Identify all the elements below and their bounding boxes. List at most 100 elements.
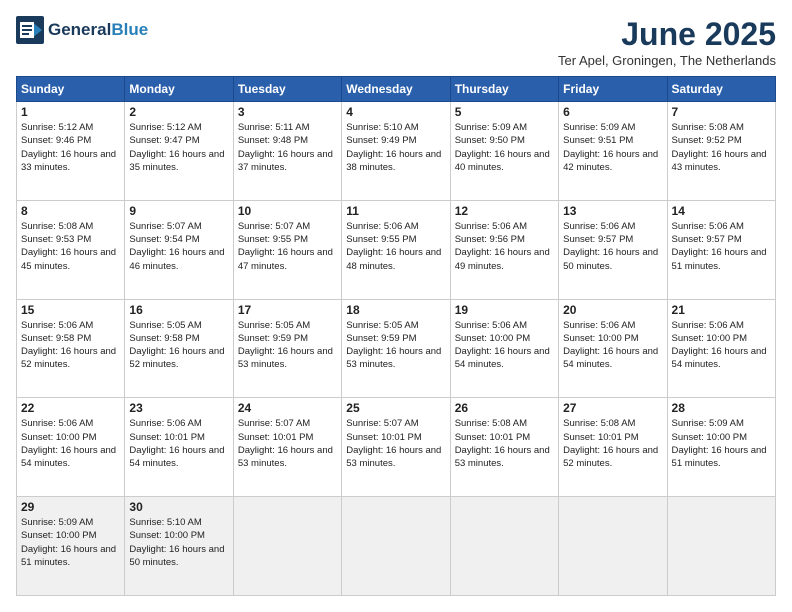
sunrise-label: Sunrise: 5:06 AM [21, 418, 93, 429]
day-info: Sunrise: 5:06 AM Sunset: 9:57 PM Dayligh… [563, 220, 662, 273]
sunset-label: Sunset: 10:01 PM [129, 432, 205, 443]
calendar-week-row: 8 Sunrise: 5:08 AM Sunset: 9:53 PM Dayli… [17, 200, 776, 299]
day-info: Sunrise: 5:05 AM Sunset: 9:59 PM Dayligh… [238, 319, 337, 372]
day-info: Sunrise: 5:12 AM Sunset: 9:46 PM Dayligh… [21, 121, 120, 174]
sunset-label: Sunset: 10:00 PM [129, 530, 205, 541]
table-row: 17 Sunrise: 5:05 AM Sunset: 9:59 PM Dayl… [233, 299, 341, 398]
table-row: 25 Sunrise: 5:07 AM Sunset: 10:01 PM Day… [342, 398, 450, 497]
sunset-label: Sunset: 9:51 PM [563, 135, 633, 146]
day-info: Sunrise: 5:07 AM Sunset: 9:55 PM Dayligh… [238, 220, 337, 273]
sunset-label: Sunset: 9:56 PM [455, 234, 525, 245]
day-number: 9 [129, 204, 228, 218]
day-number: 7 [672, 105, 771, 119]
table-row: 16 Sunrise: 5:05 AM Sunset: 9:58 PM Dayl… [125, 299, 233, 398]
table-row: 15 Sunrise: 5:06 AM Sunset: 9:58 PM Dayl… [17, 299, 125, 398]
sunrise-label: Sunrise: 5:08 AM [455, 418, 527, 429]
sunset-label: Sunset: 9:59 PM [346, 333, 416, 344]
day-number: 22 [21, 401, 120, 415]
calendar-week-row: 29 Sunrise: 5:09 AM Sunset: 10:00 PM Day… [17, 497, 776, 596]
col-tuesday: Tuesday [233, 77, 341, 102]
table-row: 18 Sunrise: 5:05 AM Sunset: 9:59 PM Dayl… [342, 299, 450, 398]
daylight-label: Daylight: 16 hours and 48 minutes. [346, 247, 441, 271]
table-row: 23 Sunrise: 5:06 AM Sunset: 10:01 PM Day… [125, 398, 233, 497]
table-row: 4 Sunrise: 5:10 AM Sunset: 9:49 PM Dayli… [342, 102, 450, 201]
logo-text: GeneralBlue [48, 21, 148, 40]
sunset-label: Sunset: 9:58 PM [21, 333, 91, 344]
sunrise-label: Sunrise: 5:07 AM [129, 221, 201, 232]
table-row: 12 Sunrise: 5:06 AM Sunset: 9:56 PM Dayl… [450, 200, 558, 299]
daylight-label: Daylight: 16 hours and 50 minutes. [129, 544, 224, 568]
daylight-label: Daylight: 16 hours and 47 minutes. [238, 247, 333, 271]
day-info: Sunrise: 5:06 AM Sunset: 10:01 PM Daylig… [129, 417, 228, 470]
day-info: Sunrise: 5:09 AM Sunset: 9:51 PM Dayligh… [563, 121, 662, 174]
day-info: Sunrise: 5:12 AM Sunset: 9:47 PM Dayligh… [129, 121, 228, 174]
sunset-label: Sunset: 10:01 PM [455, 432, 531, 443]
daylight-label: Daylight: 16 hours and 51 minutes. [672, 247, 767, 271]
daylight-label: Daylight: 16 hours and 35 minutes. [129, 149, 224, 173]
table-row: 10 Sunrise: 5:07 AM Sunset: 9:55 PM Dayl… [233, 200, 341, 299]
page: GeneralBlue June 2025 Ter Apel, Groninge… [0, 0, 792, 612]
calendar-header-row: Sunday Monday Tuesday Wednesday Thursday… [17, 77, 776, 102]
day-number: 18 [346, 303, 445, 317]
day-number: 25 [346, 401, 445, 415]
header: GeneralBlue June 2025 Ter Apel, Groninge… [16, 16, 776, 68]
day-info: Sunrise: 5:09 AM Sunset: 9:50 PM Dayligh… [455, 121, 554, 174]
daylight-label: Daylight: 16 hours and 50 minutes. [563, 247, 658, 271]
table-row: 6 Sunrise: 5:09 AM Sunset: 9:51 PM Dayli… [559, 102, 667, 201]
calendar-week-row: 22 Sunrise: 5:06 AM Sunset: 10:00 PM Day… [17, 398, 776, 497]
day-number: 13 [563, 204, 662, 218]
sunset-label: Sunset: 9:53 PM [21, 234, 91, 245]
month-title: June 2025 [558, 16, 776, 53]
sunrise-label: Sunrise: 5:08 AM [563, 418, 635, 429]
daylight-label: Daylight: 16 hours and 52 minutes. [21, 346, 116, 370]
day-number: 15 [21, 303, 120, 317]
table-row: 29 Sunrise: 5:09 AM Sunset: 10:00 PM Day… [17, 497, 125, 596]
table-row: 22 Sunrise: 5:06 AM Sunset: 10:00 PM Day… [17, 398, 125, 497]
sunrise-label: Sunrise: 5:12 AM [21, 122, 93, 133]
sunset-label: Sunset: 9:48 PM [238, 135, 308, 146]
col-wednesday: Wednesday [342, 77, 450, 102]
day-number: 2 [129, 105, 228, 119]
sunrise-label: Sunrise: 5:08 AM [21, 221, 93, 232]
daylight-label: Daylight: 16 hours and 53 minutes. [238, 445, 333, 469]
calendar-week-row: 15 Sunrise: 5:06 AM Sunset: 9:58 PM Dayl… [17, 299, 776, 398]
sunset-label: Sunset: 9:54 PM [129, 234, 199, 245]
sunrise-label: Sunrise: 5:05 AM [129, 320, 201, 331]
day-info: Sunrise: 5:06 AM Sunset: 10:00 PM Daylig… [672, 319, 771, 372]
day-number: 28 [672, 401, 771, 415]
sunset-label: Sunset: 9:57 PM [563, 234, 633, 245]
daylight-label: Daylight: 16 hours and 54 minutes. [21, 445, 116, 469]
daylight-label: Daylight: 16 hours and 49 minutes. [455, 247, 550, 271]
day-number: 17 [238, 303, 337, 317]
day-info: Sunrise: 5:11 AM Sunset: 9:48 PM Dayligh… [238, 121, 337, 174]
day-info: Sunrise: 5:08 AM Sunset: 9:53 PM Dayligh… [21, 220, 120, 273]
day-number: 3 [238, 105, 337, 119]
table-row: 9 Sunrise: 5:07 AM Sunset: 9:54 PM Dayli… [125, 200, 233, 299]
day-number: 6 [563, 105, 662, 119]
sunrise-label: Sunrise: 5:06 AM [563, 221, 635, 232]
sunset-label: Sunset: 10:01 PM [563, 432, 639, 443]
title-block: June 2025 Ter Apel, Groningen, The Nethe… [558, 16, 776, 68]
day-number: 29 [21, 500, 120, 514]
sunset-label: Sunset: 9:49 PM [346, 135, 416, 146]
sunrise-label: Sunrise: 5:07 AM [238, 221, 310, 232]
sunrise-label: Sunrise: 5:09 AM [455, 122, 527, 133]
table-row: 5 Sunrise: 5:09 AM Sunset: 9:50 PM Dayli… [450, 102, 558, 201]
table-row: 8 Sunrise: 5:08 AM Sunset: 9:53 PM Dayli… [17, 200, 125, 299]
calendar-week-row: 1 Sunrise: 5:12 AM Sunset: 9:46 PM Dayli… [17, 102, 776, 201]
day-number: 1 [21, 105, 120, 119]
day-number: 5 [455, 105, 554, 119]
day-number: 26 [455, 401, 554, 415]
table-row [342, 497, 450, 596]
location: Ter Apel, Groningen, The Netherlands [558, 53, 776, 68]
col-friday: Friday [559, 77, 667, 102]
day-info: Sunrise: 5:06 AM Sunset: 9:57 PM Dayligh… [672, 220, 771, 273]
sunrise-label: Sunrise: 5:10 AM [346, 122, 418, 133]
day-number: 4 [346, 105, 445, 119]
table-row: 21 Sunrise: 5:06 AM Sunset: 10:00 PM Day… [667, 299, 775, 398]
sunset-label: Sunset: 9:55 PM [346, 234, 416, 245]
daylight-label: Daylight: 16 hours and 46 minutes. [129, 247, 224, 271]
sunset-label: Sunset: 10:00 PM [21, 432, 97, 443]
day-info: Sunrise: 5:08 AM Sunset: 9:52 PM Dayligh… [672, 121, 771, 174]
sunrise-label: Sunrise: 5:05 AM [346, 320, 418, 331]
